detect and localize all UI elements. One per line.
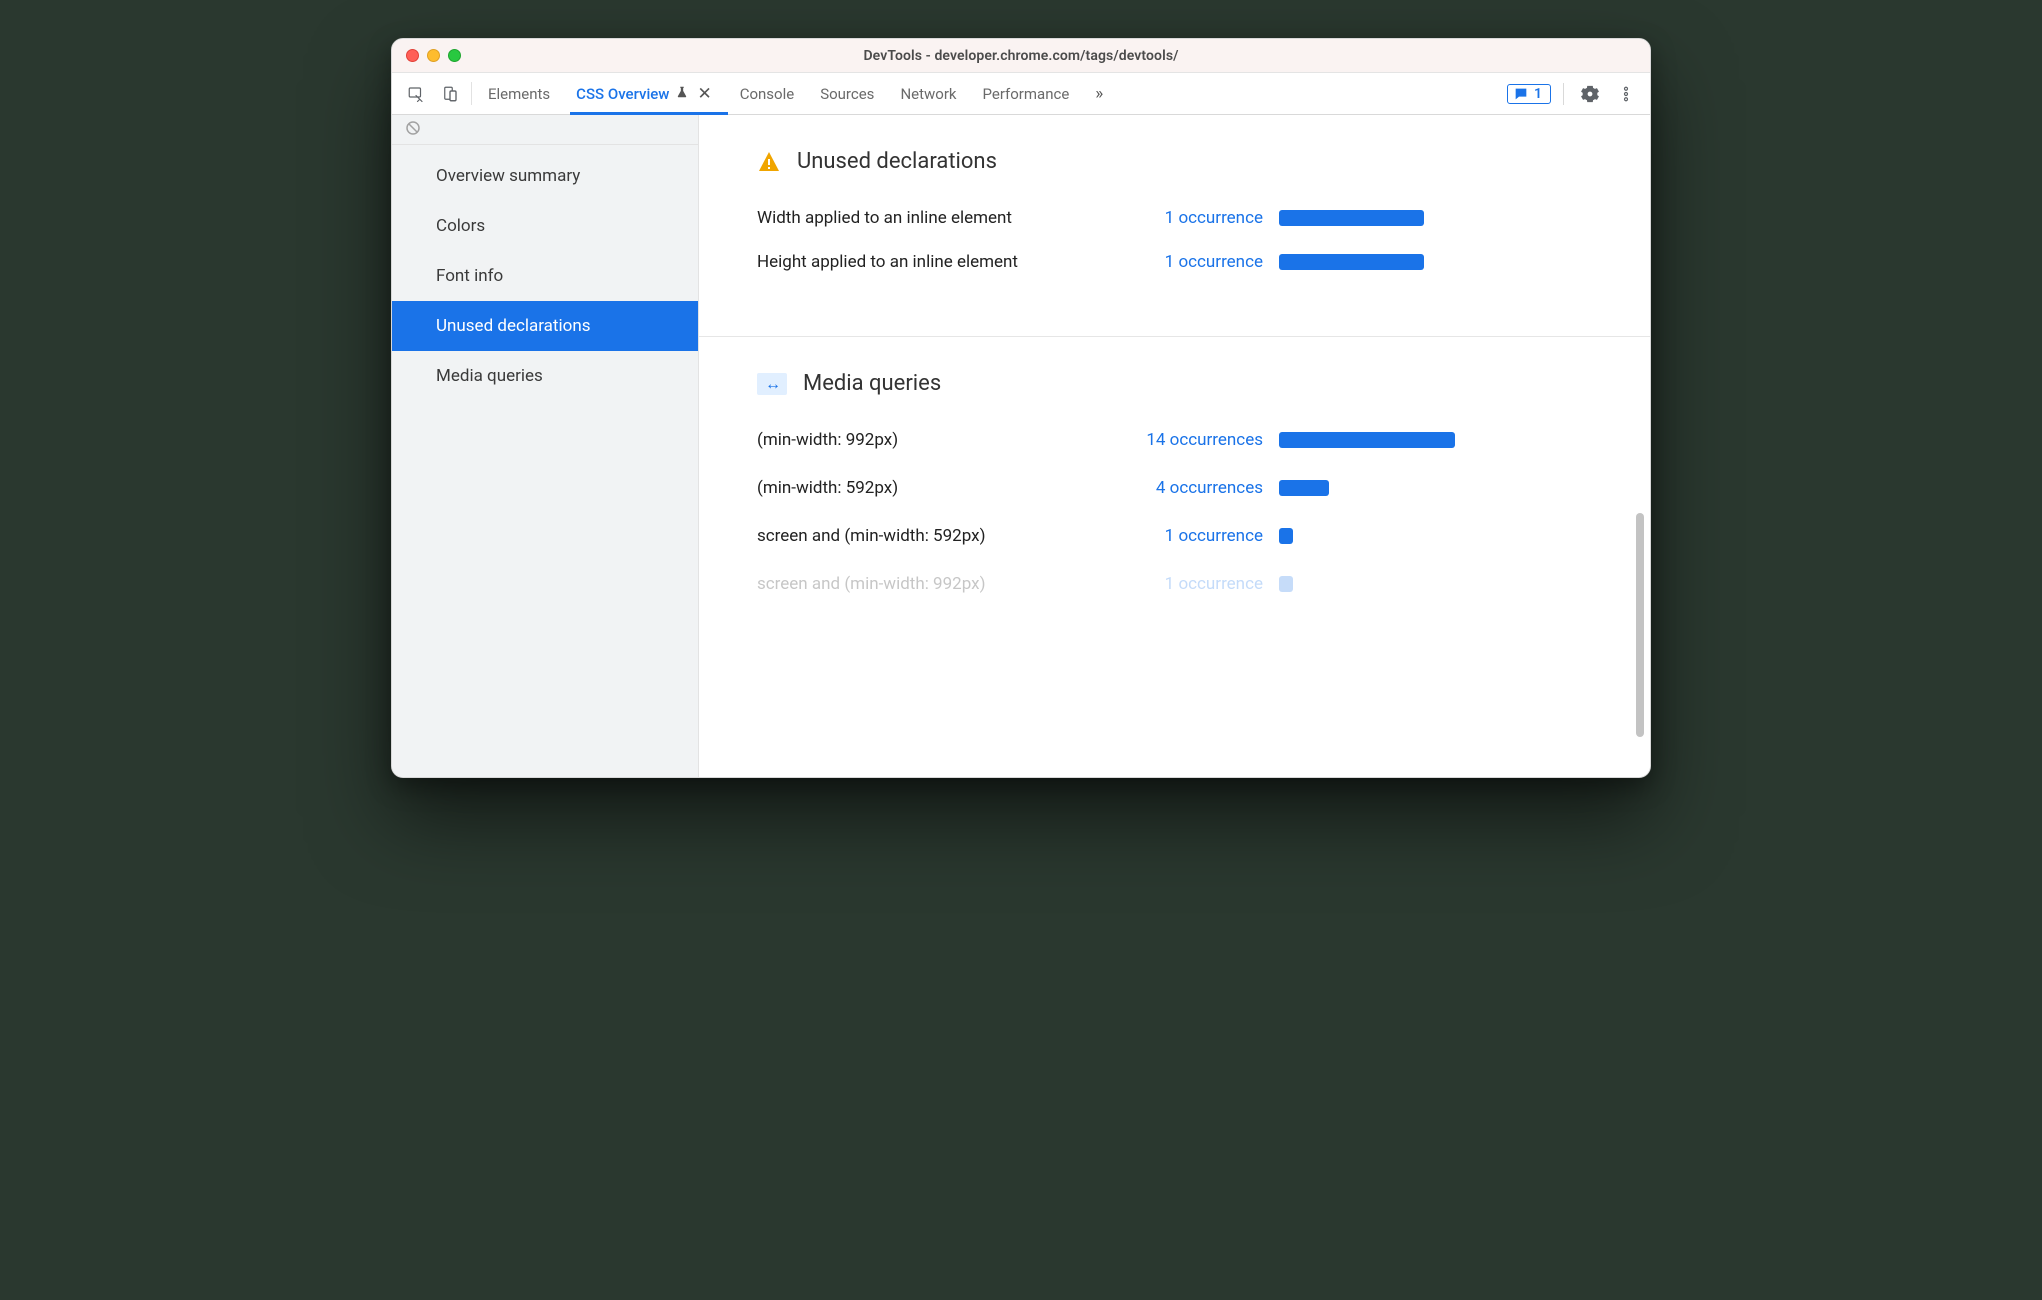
section-media-queries: ↔ Media queries (min-width: 992px) 14 oc… [699,337,1650,632]
window-title: DevTools - developer.chrome.com/tags/dev… [406,48,1636,64]
media-query-label: (min-width: 592px) [757,478,1099,498]
table-row: (min-width: 592px) 4 occurrences [757,478,1592,498]
table-row: Height applied to an inline element 1 oc… [757,252,1592,272]
table-row: Width applied to an inline element 1 occ… [757,208,1592,228]
tab-css-overview[interactable]: CSS Overview ✕ [576,73,714,114]
sidebar-item-label: Colors [436,216,485,236]
chat-icon [1513,86,1529,102]
scrollbar-thumb[interactable] [1636,513,1644,737]
sidebar-item-overview-summary[interactable]: Overview summary [392,151,698,201]
warning-icon [757,150,781,174]
tab-performance[interactable]: Performance [983,73,1070,114]
occurrence-link[interactable]: 1 occurrence [1121,252,1279,272]
sidebar-item-label: Media queries [436,366,543,386]
table-row: screen and (min-width: 992px) 1 occurren… [757,574,1592,594]
occurrence-bar [1279,480,1329,496]
declaration-label: Height applied to an inline element [757,252,1121,272]
panel-tabs: Elements CSS Overview ✕ Console Sources … [472,73,1103,114]
sidebar: Overview summary Colors Font info Unused… [392,115,699,777]
content-scroll[interactable]: Unused declarations Width applied to an … [699,115,1650,777]
sidebar-item-label: Font info [436,266,503,286]
occurrence-bar [1279,528,1293,544]
section-title: Media queries [803,371,941,396]
sidebar-item-unused-declarations[interactable]: Unused declarations [392,301,698,351]
sidebar-item-label: Unused declarations [436,316,591,336]
occurrence-link[interactable]: 1 occurrence [1099,574,1279,594]
tab-label: CSS Overview [576,85,669,103]
devtools-window: DevTools - developer.chrome.com/tags/dev… [391,38,1651,778]
occurrence-link[interactable]: 1 occurrence [1121,208,1279,228]
tab-console[interactable]: Console [740,73,795,114]
inspect-tool-group [402,73,472,114]
sidebar-nav: Overview summary Colors Font info Unused… [392,145,698,401]
toolbar-divider [1563,83,1564,105]
occurrence-bar [1279,210,1424,226]
table-row: (min-width: 992px) 14 occurrences [757,430,1592,450]
traffic-lights [406,49,461,62]
flask-icon [675,85,689,103]
media-query-label: (min-width: 992px) [757,430,1099,450]
declaration-label: Width applied to an inline element [757,208,1121,228]
table-row: screen and (min-width: 592px) 1 occurren… [757,526,1592,546]
tab-label: Performance [983,85,1070,103]
window-minimize-button[interactable] [427,49,440,62]
window-close-button[interactable] [406,49,419,62]
occurrence-link[interactable]: 1 occurrence [1099,526,1279,546]
chevron-right-double-icon: » [1095,84,1103,104]
scrollbar-track[interactable] [1636,115,1648,777]
window-zoom-button[interactable] [448,49,461,62]
occurrence-bar [1279,254,1424,270]
panel-body: Overview summary Colors Font info Unused… [392,115,1650,777]
section-title: Unused declarations [797,149,997,174]
tab-label: Elements [488,85,550,103]
tab-label: Network [900,85,956,103]
tabs-overflow[interactable]: » [1095,73,1103,114]
sidebar-item-media-queries[interactable]: Media queries [392,351,698,401]
sidebar-header [392,115,698,145]
issues-badge[interactable]: 1 [1507,84,1551,104]
inspect-element-icon[interactable] [402,80,430,108]
main-content: Unused declarations Width applied to an … [699,115,1650,777]
tab-sources[interactable]: Sources [820,73,874,114]
occurrence-link[interactable]: 4 occurrences [1099,478,1279,498]
settings-button[interactable] [1576,80,1604,108]
block-icon[interactable] [404,119,422,141]
occurrence-bar [1279,432,1455,448]
tab-label: Console [740,85,795,103]
gear-icon [1581,85,1599,103]
media-query-label: screen and (min-width: 992px) [757,574,1099,594]
tab-elements[interactable]: Elements [488,73,550,114]
tab-network[interactable]: Network [900,73,956,114]
toolbar-right: 1 [1507,73,1650,114]
sidebar-item-font-info[interactable]: Font info [392,251,698,301]
kebab-icon [1617,85,1635,103]
sidebar-item-colors[interactable]: Colors [392,201,698,251]
media-query-label: screen and (min-width: 592px) [757,526,1099,546]
device-toggle-icon[interactable] [436,80,464,108]
tab-label: Sources [820,85,874,103]
issues-count: 1 [1534,86,1542,102]
occurrence-link[interactable]: 14 occurrences [1099,430,1279,450]
more-button[interactable] [1612,80,1640,108]
close-tab-icon[interactable]: ✕ [695,84,713,104]
devtools-toolbar: Elements CSS Overview ✕ Console Sources … [392,73,1650,115]
title-bar: DevTools - developer.chrome.com/tags/dev… [392,39,1650,73]
occurrence-bar [1279,576,1293,592]
media-queries-icon: ↔ [757,373,787,395]
section-unused-declarations: Unused declarations Width applied to an … [699,115,1650,337]
sidebar-item-label: Overview summary [436,166,580,186]
